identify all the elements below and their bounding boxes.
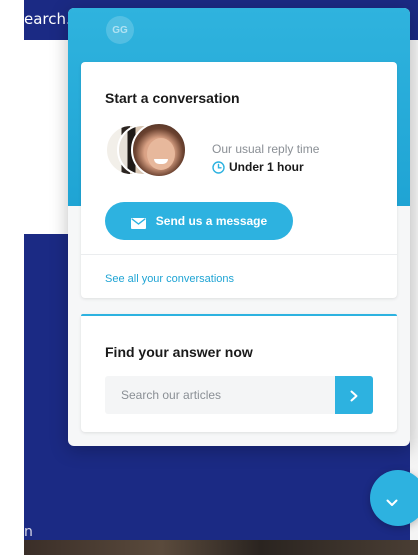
answer-card-accent bbox=[81, 314, 397, 316]
messenger-launcher-button[interactable] bbox=[370, 470, 418, 526]
envelope-icon bbox=[130, 216, 146, 229]
host-corner-fragment: n bbox=[24, 524, 33, 540]
page: earch.. n GG Start a conversation Our us… bbox=[0, 0, 418, 555]
answer-card: Find your answer now bbox=[81, 314, 397, 432]
host-page-margin bbox=[0, 0, 24, 555]
article-search-box bbox=[105, 376, 373, 414]
send-message-label: Send us a message bbox=[155, 214, 268, 228]
avatar bbox=[131, 122, 187, 178]
see-all-conversations-link[interactable]: See all your conversations bbox=[105, 273, 234, 285]
avatar-face bbox=[147, 138, 175, 170]
team-avatar: GG bbox=[106, 16, 134, 44]
conversation-card: Start a conversation Our usual reply tim… bbox=[81, 62, 397, 298]
reply-time-label: Our usual reply time bbox=[212, 142, 320, 156]
chevron-right-icon bbox=[349, 389, 359, 402]
reply-time-value: Under 1 hour bbox=[229, 160, 304, 174]
search-submit-button[interactable] bbox=[335, 376, 373, 414]
conversation-card-title: Start a conversation bbox=[105, 90, 240, 106]
chevron-down-icon bbox=[386, 494, 398, 506]
messenger-panel: GG Start a conversation Our usual reply … bbox=[68, 8, 410, 446]
reply-time-row: Under 1 hour bbox=[212, 160, 304, 174]
team-avatars bbox=[105, 122, 187, 178]
answer-card-title: Find your answer now bbox=[105, 344, 253, 360]
host-scrollbar[interactable] bbox=[410, 40, 418, 540]
host-page-footer-image bbox=[24, 540, 418, 555]
clock-icon bbox=[212, 160, 225, 174]
card-divider bbox=[81, 254, 397, 255]
send-message-button[interactable]: Send us a message bbox=[105, 202, 293, 240]
article-search-input[interactable] bbox=[105, 376, 335, 414]
